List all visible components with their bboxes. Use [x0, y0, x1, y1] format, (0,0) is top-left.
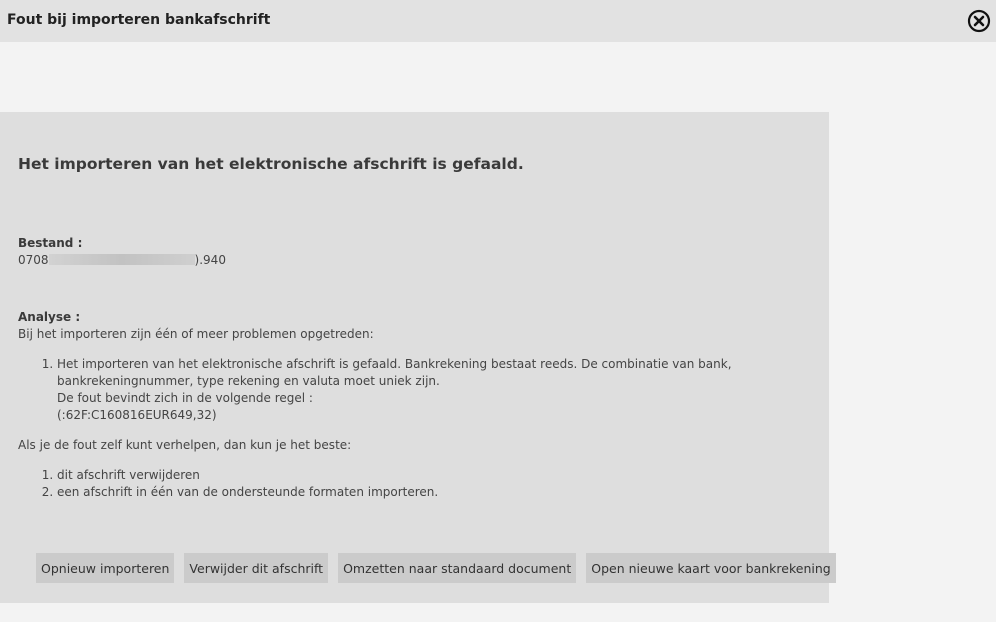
- fix-steps-list: dit afschrift verwijderen een afschrift …: [18, 467, 438, 501]
- analysis-label: Analyse :: [18, 310, 81, 324]
- problem-list: Het importeren van het elektronische afs…: [18, 356, 732, 424]
- file-label: Bestand :: [18, 236, 83, 250]
- problem-line: (:62F:C160816EUR649,32): [57, 408, 217, 422]
- fix-step: dit afschrift verwijderen: [57, 467, 438, 484]
- fix-step: een afschrift in één van de ondersteunde…: [57, 484, 438, 501]
- dialog-title: Fout bij importeren bankafschrift: [7, 12, 271, 28]
- close-circle-icon: [967, 9, 991, 33]
- problem-line: bankrekeningnummer, type rekening en val…: [57, 374, 440, 388]
- problem-item: Het importeren van het elektronische afs…: [57, 356, 732, 424]
- fix-intro: Als je de fout zelf kunt verhelpen, dan …: [18, 438, 352, 452]
- analysis-intro: Bij het importeren zijn één of meer prob…: [18, 327, 374, 341]
- action-buttons: Opnieuw importeren Verwijder dit afschri…: [36, 553, 836, 583]
- convert-document-button[interactable]: Omzetten naar standaard document: [338, 553, 577, 583]
- problem-line: Het importeren van het elektronische afs…: [57, 357, 732, 371]
- dialog-titlebar: Fout bij importeren bankafschrift: [0, 0, 996, 42]
- close-button[interactable]: [967, 9, 991, 33]
- redacted-block: [48, 254, 195, 265]
- error-heading: Het importeren van het elektronische afs…: [18, 155, 524, 173]
- error-panel: Het importeren van het elektronische afs…: [0, 112, 836, 603]
- file-name-suffix: ).940: [194, 253, 226, 267]
- reimport-button[interactable]: Opnieuw importeren: [36, 553, 175, 583]
- problem-line: De fout bevindt zich in de volgende rege…: [57, 391, 313, 405]
- file-name: 0708 ).940: [18, 252, 226, 269]
- delete-statement-button[interactable]: Verwijder dit afschrift: [184, 553, 329, 583]
- open-bank-account-card-button[interactable]: Open nieuwe kaart voor bankrekening: [586, 553, 836, 583]
- file-name-prefix: 0708: [18, 253, 49, 267]
